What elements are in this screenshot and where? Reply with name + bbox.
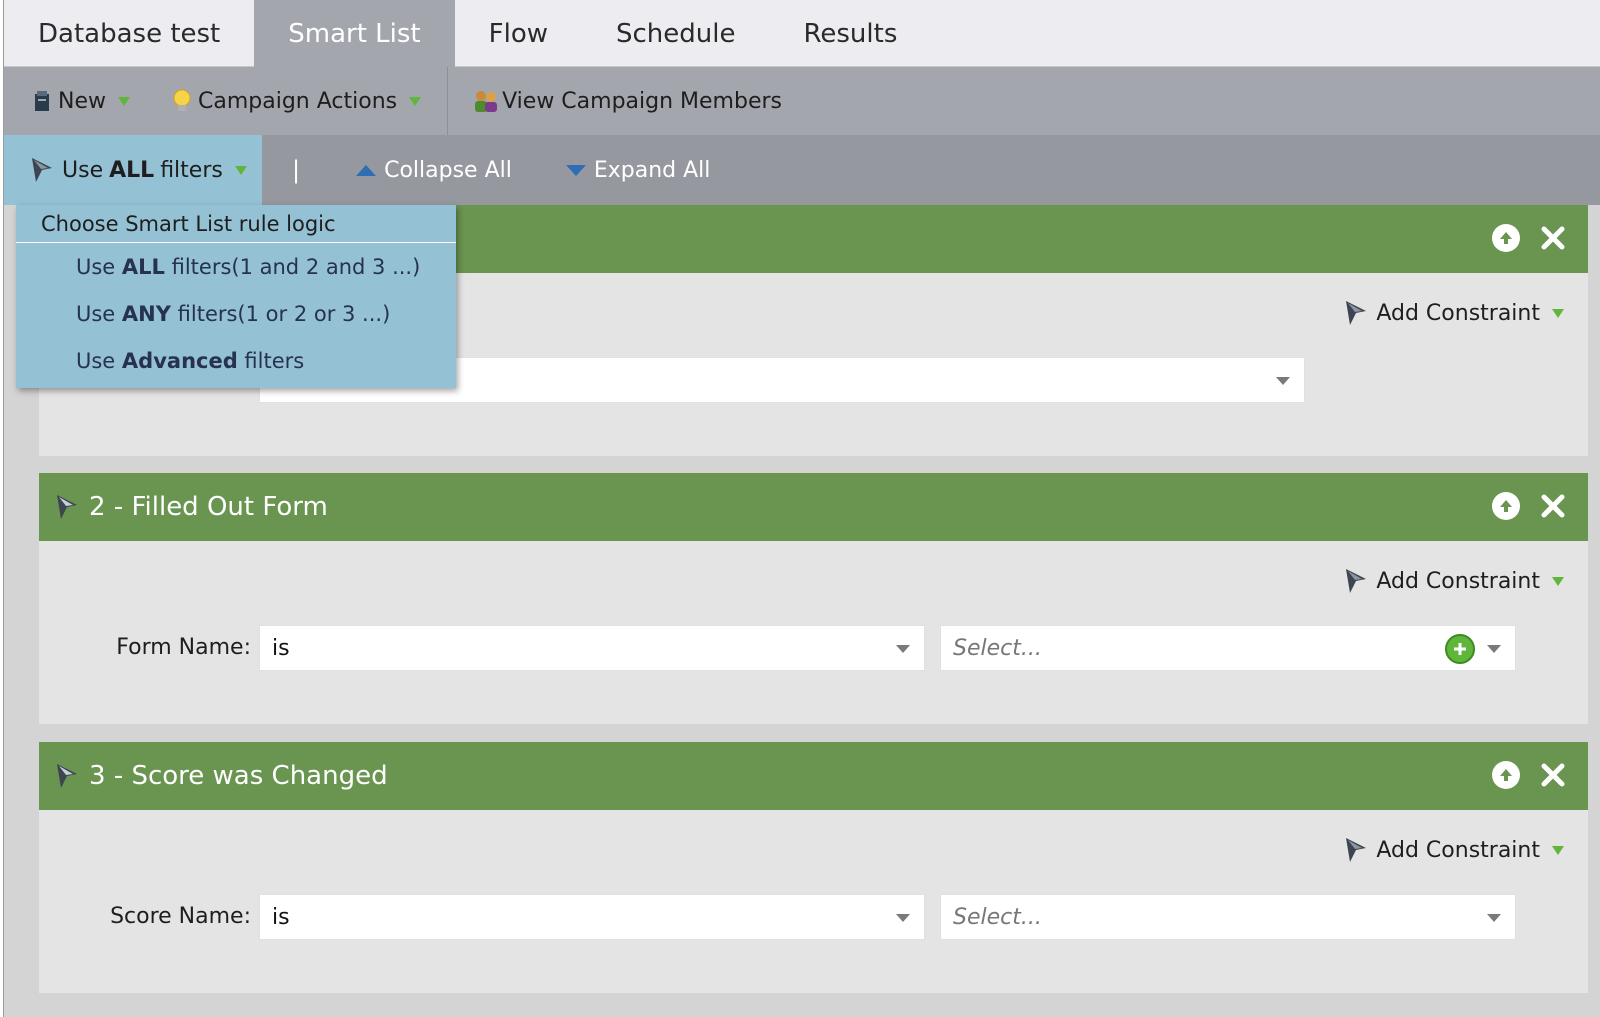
add-constraint-label: Add Constraint	[1376, 837, 1540, 863]
rule-logic-prefix: Use	[62, 157, 104, 183]
menu-item-bold: ANY	[121, 301, 171, 326]
tab-smart-list[interactable]: Smart List	[254, 0, 455, 67]
filter-funnel-icon	[55, 762, 81, 790]
lightbulb-icon	[172, 88, 192, 114]
filter-header-actions	[1492, 491, 1568, 521]
menu-item-prefix: Use	[76, 254, 122, 279]
chevron-down-icon	[1552, 845, 1564, 855]
add-constraint-label: Add Constraint	[1376, 568, 1540, 594]
collapse-all-button[interactable]: Collapse All	[356, 158, 512, 183]
dropdown-arrow-icon	[1487, 914, 1501, 922]
dropdown-arrow-icon	[896, 914, 910, 922]
collapse-all-label: Collapse All	[384, 157, 512, 183]
close-icon[interactable]	[1538, 491, 1568, 521]
smart-list-app: Database test Smart List Flow Schedule R…	[3, 0, 1600, 1017]
chevron-down-icon	[234, 165, 247, 175]
add-icon[interactable]	[1445, 634, 1475, 664]
filter-title: 2 - Filled Out Form	[89, 492, 328, 522]
filter-funnel-icon	[1344, 567, 1370, 595]
collapse-triangle-icon	[356, 164, 377, 176]
chevron-down-icon	[118, 96, 130, 106]
filter-header: 2 - Filled Out Form	[39, 473, 1588, 541]
menu-item-suffix: filters	[237, 348, 305, 373]
expand-triangle-icon	[565, 164, 586, 176]
filter-funnel-icon	[30, 156, 56, 184]
form-name-label: Form Name:	[116, 635, 251, 660]
dropdown-arrow-icon	[1487, 645, 1501, 653]
filter-funnel-icon	[1344, 299, 1370, 327]
form-name-value-select[interactable]: Select...	[940, 625, 1516, 671]
new-label: New	[58, 88, 106, 114]
operator-value: is	[272, 904, 290, 930]
menu-item-suffix: filters(1 and 2 and 3 ...)	[164, 254, 421, 279]
dropdown-arrow-icon	[1276, 377, 1290, 385]
campaign-actions-button[interactable]: Campaign Actions	[144, 67, 435, 135]
tab-results[interactable]: Results	[769, 0, 931, 67]
chevron-down-icon	[409, 96, 422, 106]
add-constraint-label: Add Constraint	[1376, 300, 1540, 326]
filter-header-actions	[1492, 223, 1568, 253]
menu-item-use-all[interactable]: Use ALL filters(1 and 2 and 3 ...)	[16, 243, 456, 290]
filter-funnel-icon	[1344, 836, 1370, 864]
menu-item-bold: Advanced	[121, 348, 238, 373]
menu-item-use-advanced[interactable]: Use Advanced filters	[16, 337, 456, 384]
view-campaign-members-button[interactable]: View Campaign Members	[452, 67, 796, 135]
campaign-actions-label: Campaign Actions	[198, 88, 398, 114]
rule-logic-suffix: filters	[160, 157, 223, 183]
toolbar: New Campaign Actions View Campaign Membe…	[4, 67, 1600, 135]
move-up-icon[interactable]	[1492, 224, 1520, 252]
chevron-down-icon	[1552, 576, 1564, 586]
new-document-icon	[32, 89, 52, 113]
filter-block-3: 3 - Score was Changed Add Constraint Sco…	[39, 742, 1588, 993]
rule-logic-menu-header: Choose Smart List rule logic	[16, 205, 456, 243]
tab-bar: Database test Smart List Flow Schedule R…	[4, 0, 1600, 67]
menu-item-use-any[interactable]: Use ANY filters(1 or 2 or 3 ...)	[16, 290, 456, 337]
rule-logic-button[interactable]: Use ALL filters	[4, 135, 262, 205]
filter-funnel-icon	[55, 493, 81, 521]
filter-title: 3 - Score was Changed	[89, 761, 388, 791]
add-constraint-button[interactable]: Add Constraint	[1344, 836, 1564, 864]
separator: |	[292, 156, 301, 184]
tab-schedule[interactable]: Schedule	[582, 0, 769, 67]
dropdown-arrow-icon	[896, 645, 910, 653]
score-name-value-select[interactable]: Select...	[940, 894, 1516, 940]
filter-header-actions	[1492, 760, 1568, 790]
rule-logic-menu: Choose Smart List rule logic Use ALL fil…	[16, 205, 456, 388]
move-up-icon[interactable]	[1492, 492, 1520, 520]
members-icon	[472, 88, 500, 114]
rule-logic-value: ALL	[109, 157, 155, 183]
filter-header: 3 - Score was Changed	[39, 742, 1588, 810]
menu-item-prefix: Use	[76, 348, 122, 373]
add-constraint-button[interactable]: Add Constraint	[1344, 299, 1564, 327]
value-placeholder: Select...	[953, 635, 1042, 661]
move-up-icon[interactable]	[1492, 761, 1520, 789]
close-icon[interactable]	[1538, 223, 1568, 253]
view-campaign-members-label: View Campaign Members	[502, 88, 782, 114]
filter-block-2: 2 - Filled Out Form Add Constraint Form …	[39, 473, 1588, 724]
add-constraint-button[interactable]: Add Constraint	[1344, 567, 1564, 595]
operator-value: is	[272, 635, 290, 661]
value-placeholder: Select...	[953, 904, 1042, 930]
close-icon[interactable]	[1538, 760, 1568, 790]
menu-item-prefix: Use	[76, 301, 122, 326]
chevron-down-icon	[1552, 308, 1564, 318]
score-name-label: Score Name:	[110, 904, 251, 929]
expand-all-button[interactable]: Expand All	[565, 157, 711, 183]
menu-item-bold: ALL	[121, 254, 165, 279]
new-button[interactable]: New	[4, 67, 144, 135]
filter-logic-bar: Use ALL filters | Collapse All Expand Al…	[4, 135, 1600, 205]
toolbar-divider	[447, 67, 449, 135]
tab-database-test[interactable]: Database test	[4, 0, 254, 67]
form-name-operator-select[interactable]: is	[259, 625, 925, 671]
menu-item-suffix: filters(1 or 2 or 3 ...)	[170, 301, 391, 326]
expand-all-label: Expand All	[593, 157, 711, 183]
score-name-operator-select[interactable]: is	[259, 894, 925, 940]
tab-flow[interactable]: Flow	[455, 0, 582, 67]
